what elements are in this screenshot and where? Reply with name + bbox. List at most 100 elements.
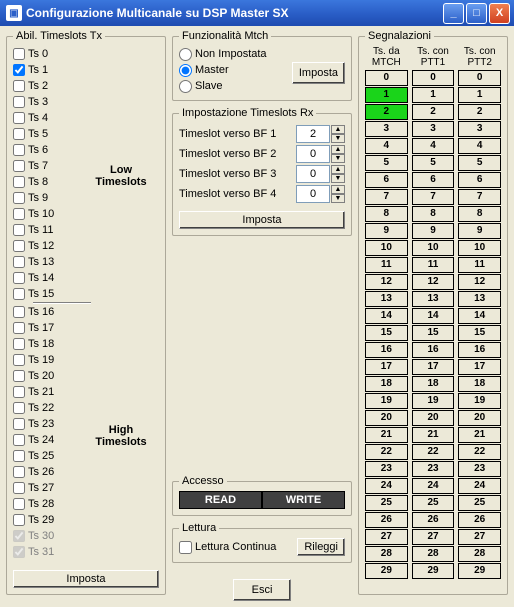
timeslot-checkbox-10[interactable]: Ts 10 — [13, 206, 83, 222]
timeslots-legend: Abil. Timeslots Tx — [13, 30, 105, 42]
timeslot-checkbox-27[interactable]: Ts 27 — [13, 480, 83, 496]
rileggi-button[interactable]: Rileggi — [297, 538, 345, 556]
timeslot-checkbox-26[interactable]: Ts 26 — [13, 464, 83, 480]
timeslot-checkbox-15[interactable]: Ts 15 — [13, 286, 83, 302]
sig-cell-ptt2-11: 11 — [458, 257, 501, 273]
rx-input-1[interactable] — [296, 125, 330, 143]
timeslot-label: Ts 12 — [28, 240, 54, 252]
sig-cell-ptt2-23: 23 — [458, 461, 501, 477]
read-button[interactable]: READ — [179, 491, 262, 509]
timeslot-checkbox-24[interactable]: Ts 24 — [13, 432, 83, 448]
sig-cell-mtch-12: 12 — [365, 274, 408, 290]
spin-up-icon[interactable]: ▲ — [331, 125, 345, 134]
timeslot-checkbox-3[interactable]: Ts 3 — [13, 94, 83, 110]
spin-down-icon[interactable]: ▼ — [331, 134, 345, 143]
spin-down-icon[interactable]: ▼ — [331, 154, 345, 163]
timeslot-label: Ts 31 — [28, 546, 54, 558]
sig-cell-ptt2-19: 19 — [458, 393, 501, 409]
minimize-button[interactable]: _ — [443, 3, 464, 24]
sig-cell-ptt1-28: 28 — [412, 546, 455, 562]
timeslot-label: Ts 13 — [28, 256, 54, 268]
sig-cell-ptt2-24: 24 — [458, 478, 501, 494]
timeslot-checkbox-25[interactable]: Ts 25 — [13, 448, 83, 464]
timeslot-checkbox-7[interactable]: Ts 7 — [13, 158, 83, 174]
sig-cell-ptt1-22: 22 — [412, 444, 455, 460]
sig-cell-ptt1-2: 2 — [412, 104, 455, 120]
sig-cell-ptt1-3: 3 — [412, 121, 455, 137]
rx-input-4[interactable] — [296, 185, 330, 203]
sig-cell-ptt2-8: 8 — [458, 206, 501, 222]
esci-button[interactable]: Esci — [233, 579, 292, 601]
sig-cell-mtch-11: 11 — [365, 257, 408, 273]
timeslot-checkbox-23[interactable]: Ts 23 — [13, 416, 83, 432]
spin-up-icon[interactable]: ▲ — [331, 165, 345, 174]
sig-cell-mtch-17: 17 — [365, 359, 408, 375]
sig-cell-mtch-27: 27 — [365, 529, 408, 545]
sig-cell-ptt1-21: 21 — [412, 427, 455, 443]
timeslot-checkbox-14[interactable]: Ts 14 — [13, 270, 83, 286]
timeslot-label: Ts 29 — [28, 514, 54, 526]
timeslot-checkbox-12[interactable]: Ts 12 — [13, 238, 83, 254]
sig-cell-mtch-13: 13 — [365, 291, 408, 307]
timeslot-checkbox-0[interactable]: Ts 0 — [13, 46, 83, 62]
timeslot-checkbox-21[interactable]: Ts 21 — [13, 384, 83, 400]
timeslot-checkbox-9[interactable]: Ts 9 — [13, 190, 83, 206]
rx-imposta-button[interactable]: Imposta — [179, 211, 345, 229]
mtch-radio-master-label: Master — [195, 64, 229, 76]
sig-cell-ptt1-24: 24 — [412, 478, 455, 494]
segnalazioni-group: Segnalazioni Ts. da MTCH Ts. con PTT1 Ts… — [358, 30, 508, 595]
sig-cell-ptt2-4: 4 — [458, 138, 501, 154]
mtch-imposta-button[interactable]: Imposta — [292, 62, 345, 84]
spin-down-icon[interactable]: ▼ — [331, 194, 345, 203]
sig-cell-mtch-6: 6 — [365, 172, 408, 188]
sig-cell-ptt2-6: 6 — [458, 172, 501, 188]
timeslot-label: Ts 11 — [28, 224, 53, 236]
rx-input-2[interactable] — [296, 145, 330, 163]
timeslot-checkbox-5[interactable]: Ts 5 — [13, 126, 83, 142]
timeslot-checkbox-4[interactable]: Ts 4 — [13, 110, 83, 126]
timeslot-checkbox-28[interactable]: Ts 28 — [13, 496, 83, 512]
timeslot-checkbox-13[interactable]: Ts 13 — [13, 254, 83, 270]
timeslot-label: Ts 4 — [28, 112, 48, 124]
sig-cell-ptt1-17: 17 — [412, 359, 455, 375]
maximize-button[interactable]: □ — [466, 3, 487, 24]
timeslot-checkbox-1[interactable]: Ts 1 — [13, 62, 83, 78]
spin-down-icon[interactable]: ▼ — [331, 174, 345, 183]
mtch-radio-none[interactable]: Non Impostata — [179, 46, 345, 62]
lettura-continua-label: Lettura Continua — [195, 541, 276, 553]
timeslot-checkbox-6[interactable]: Ts 6 — [13, 142, 83, 158]
sig-cell-mtch-4: 4 — [365, 138, 408, 154]
sig-cell-mtch-10: 10 — [365, 240, 408, 256]
sig-cell-ptt2-7: 7 — [458, 189, 501, 205]
lettura-continua-checkbox[interactable]: Lettura Continua — [179, 541, 291, 554]
timeslot-label: Ts 2 — [28, 80, 48, 92]
timeslot-checkbox-20[interactable]: Ts 20 — [13, 368, 83, 384]
timeslot-checkbox-22[interactable]: Ts 22 — [13, 400, 83, 416]
timeslot-checkbox-2[interactable]: Ts 2 — [13, 78, 83, 94]
timeslot-checkbox-29[interactable]: Ts 29 — [13, 512, 83, 528]
sig-cell-ptt2-26: 26 — [458, 512, 501, 528]
timeslot-label: Ts 7 — [28, 160, 48, 172]
timeslot-label: Ts 26 — [28, 466, 54, 478]
sig-cell-mtch-3: 3 — [365, 121, 408, 137]
timeslot-label: Ts 14 — [28, 272, 54, 284]
timeslot-checkbox-17[interactable]: Ts 17 — [13, 320, 83, 336]
timeslot-checkbox-16[interactable]: Ts 16 — [13, 304, 83, 320]
rx-input-3[interactable] — [296, 165, 330, 183]
spin-up-icon[interactable]: ▲ — [331, 145, 345, 154]
timeslot-checkbox-11[interactable]: Ts 11 — [13, 222, 83, 238]
timeslot-checkbox-19[interactable]: Ts 19 — [13, 352, 83, 368]
close-button[interactable]: X — [489, 3, 510, 24]
sig-cell-ptt1-26: 26 — [412, 512, 455, 528]
sig-cell-ptt2-15: 15 — [458, 325, 501, 341]
timeslot-checkbox-8[interactable]: Ts 8 — [13, 174, 83, 190]
sig-cell-ptt2-18: 18 — [458, 376, 501, 392]
timeslot-label: Ts 9 — [28, 192, 48, 204]
sig-cell-mtch-16: 16 — [365, 342, 408, 358]
sig-cell-mtch-14: 14 — [365, 308, 408, 324]
rx-row-2: Timeslot verso BF 2▲▼ — [179, 145, 345, 163]
timeslots-imposta-button[interactable]: Imposta — [13, 570, 159, 588]
write-button[interactable]: WRITE — [262, 491, 345, 509]
spin-up-icon[interactable]: ▲ — [331, 185, 345, 194]
timeslot-checkbox-18[interactable]: Ts 18 — [13, 336, 83, 352]
